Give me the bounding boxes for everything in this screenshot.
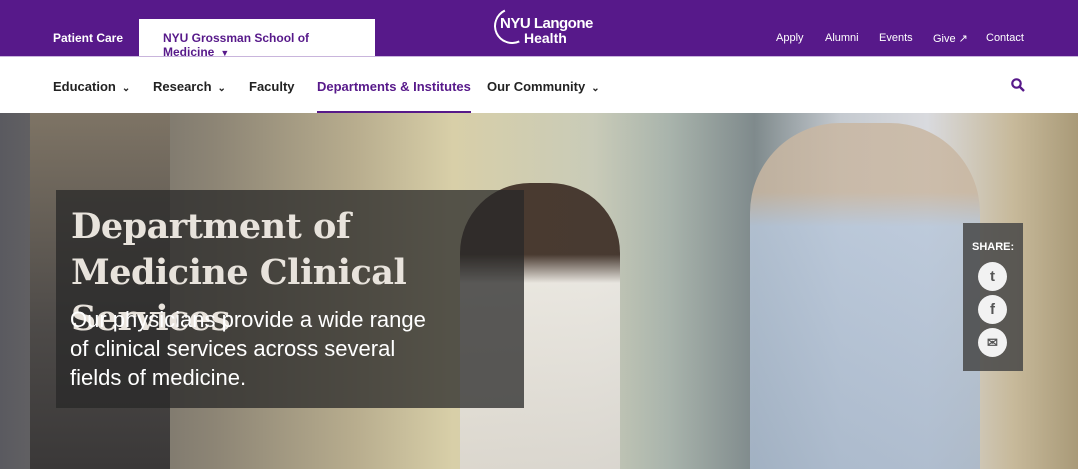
nav-label: Education <box>53 79 116 94</box>
contact-link[interactable]: Contact <box>986 32 1024 44</box>
nav-research[interactable]: Research ⌄ <box>153 79 226 94</box>
patient-care-link[interactable]: Patient Care <box>53 31 123 45</box>
twitter-icon[interactable]: t <box>978 262 1007 291</box>
nav-label: Our Community <box>487 79 586 94</box>
school-dropdown[interactable]: NYU Grossman School of Medicine ▼ <box>139 19 375 59</box>
search-icon[interactable] <box>1011 78 1025 92</box>
top-bar: Patient Care NYU Grossman School of Medi… <box>0 0 1078 59</box>
main-nav: Education ⌄ Research ⌄ Faculty Departments… <box>0 56 1078 114</box>
alumni-link[interactable]: Alumni <box>825 32 859 44</box>
nav-faculty[interactable]: Faculty <box>249 79 295 94</box>
nav-our-community[interactable]: Our Community ⌄ <box>487 79 600 94</box>
chevron-down-icon: ⌄ <box>217 83 226 94</box>
share-panel: SHARE: t f ✉ <box>963 223 1023 371</box>
school-label: NYU Grossman School of Medicine <box>163 31 310 59</box>
logo-text: Health <box>524 30 567 46</box>
events-link[interactable]: Events <box>879 32 913 44</box>
facebook-icon[interactable]: f <box>978 295 1007 324</box>
nav-departments[interactable]: Departments & Institutes <box>317 79 471 114</box>
hero-banner: Department of Medicine Clinical Services… <box>0 113 1078 469</box>
share-label: SHARE: <box>972 241 1015 253</box>
hero-photo-person <box>750 123 980 469</box>
apply-link[interactable]: Apply <box>776 32 804 44</box>
nav-label: Departments & Institutes <box>317 79 471 94</box>
email-icon[interactable]: ✉ <box>978 328 1007 357</box>
chevron-down-icon: ⌄ <box>591 83 600 94</box>
give-link[interactable]: Give ↗ <box>933 32 968 45</box>
chevron-down-icon: ⌄ <box>121 83 131 94</box>
hero-text-panel: Department of Medicine Clinical Services… <box>56 190 524 408</box>
nav-label: Faculty <box>249 79 295 94</box>
hero-subtitle: Our physicians provide a wide range of c… <box>70 307 426 390</box>
nav-education[interactable]: Education ⌄ <box>53 79 130 94</box>
nav-label: Research <box>153 79 212 94</box>
nyu-langone-logo[interactable]: NYU Langone Health <box>488 2 594 50</box>
